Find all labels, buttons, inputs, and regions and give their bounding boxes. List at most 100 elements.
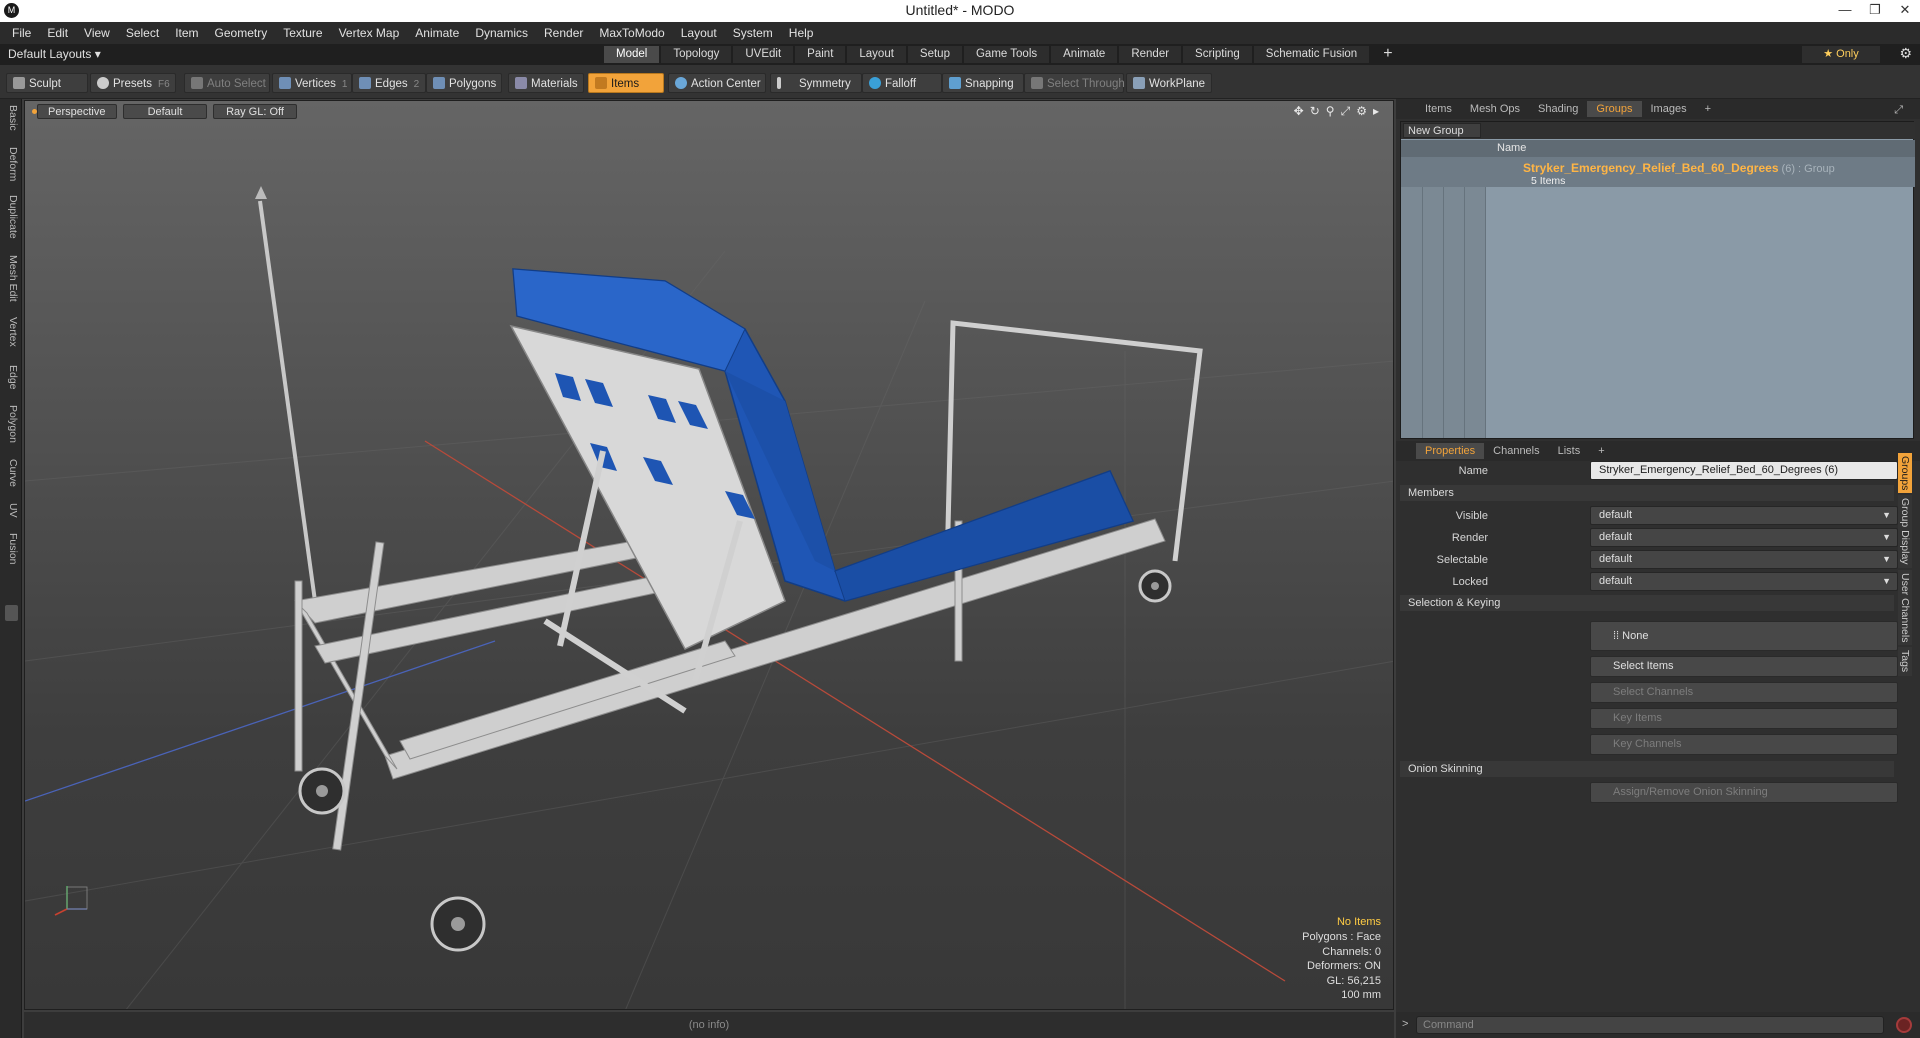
locked-dropdown[interactable]: default ▼ [1590, 572, 1898, 591]
snapping-button[interactable]: Snapping [942, 73, 1024, 93]
add-props-tab-button[interactable]: + [1589, 443, 1613, 459]
record-macro-icon[interactable] [1896, 1017, 1912, 1033]
tab-render[interactable]: Render [1119, 46, 1182, 63]
side-tab-user-channels[interactable]: User Channels [1898, 569, 1912, 646]
add-panel-tab-button[interactable]: + [1696, 101, 1720, 117]
edges-button[interactable]: Edges 2 [352, 73, 426, 93]
menu-animate[interactable]: Animate [407, 26, 467, 40]
panel-options-icon[interactable]: ⤢ [1885, 102, 1912, 119]
tab-items[interactable]: Items [1416, 101, 1461, 117]
menu-file[interactable]: File [4, 26, 39, 40]
tab-lists[interactable]: Lists [1549, 443, 1590, 459]
select-items-button[interactable]: Select Items [1590, 656, 1898, 677]
left-panel-toggle[interactable] [5, 605, 18, 621]
name-label: Name [1458, 465, 1488, 477]
tab-schematic-fusion[interactable]: Schematic Fusion [1253, 46, 1370, 63]
select-channels-button[interactable]: Select Channels [1590, 682, 1898, 703]
assign-onion-button[interactable]: Assign/Remove Onion Skinning [1590, 782, 1898, 803]
menu-system[interactable]: System [725, 26, 781, 40]
name-field[interactable]: Stryker_Emergency_Relief_Bed_60_Degrees … [1590, 461, 1898, 480]
left-tab-vertex[interactable]: Vertex [3, 317, 19, 347]
tab-game-tools[interactable]: Game Tools [963, 46, 1050, 63]
menu-geometry[interactable]: Geometry [207, 26, 276, 40]
vertices-button[interactable]: Vertices 1 [272, 73, 352, 93]
symmetry-button[interactable]: Symmetry [770, 73, 862, 93]
members-section[interactable]: Members [1400, 485, 1894, 501]
3d-viewport[interactable]: Perspective Default Ray GL: Off ✥ ↻ ⚲ ⤢ … [24, 100, 1394, 1010]
close-button[interactable]: ✕ [1890, 0, 1920, 22]
tab-layout[interactable]: Layout [847, 46, 906, 63]
edges-icon [359, 77, 371, 89]
minimize-button[interactable]: — [1830, 0, 1860, 22]
left-tab-basic[interactable]: Basic [3, 105, 19, 131]
tab-mesh-ops[interactable]: Mesh Ops [1461, 101, 1529, 117]
side-tab-group-display[interactable]: Group Display [1898, 495, 1912, 568]
onion-skinning-section[interactable]: Onion Skinning [1400, 761, 1894, 777]
menu-vertex-map[interactable]: Vertex Map [331, 26, 408, 40]
left-tab-fusion[interactable]: Fusion [3, 533, 19, 565]
restore-button[interactable]: ❐ [1860, 0, 1890, 22]
key-channels-button[interactable]: Key Channels [1590, 734, 1898, 755]
tab-model[interactable]: Model [604, 46, 660, 63]
groups-list[interactable]: New Group Name Stryker_Emergency_Relief_… [1400, 121, 1915, 439]
visibility-columns [1401, 157, 1486, 438]
selectable-dropdown[interactable]: default ▼ [1590, 550, 1898, 569]
left-tab-mesh-edit[interactable]: Mesh Edit [3, 255, 19, 302]
action-center-button[interactable]: Action Center [668, 73, 766, 93]
only-toggle[interactable]: ★ Only [1802, 46, 1880, 63]
menu-maxtomodo[interactable]: MaxToModo [591, 26, 672, 40]
select-through-button[interactable]: Select Through [1024, 73, 1125, 93]
left-tab-uv[interactable]: UV [3, 503, 19, 518]
select-through-label: Select Through [1047, 78, 1125, 90]
tab-scripting[interactable]: Scripting [1183, 46, 1252, 63]
tab-uvedit[interactable]: UVEdit [733, 46, 794, 63]
menu-item[interactable]: Item [167, 26, 206, 40]
none-button[interactable]: ⁞⁞ None [1590, 621, 1898, 651]
name-column-header[interactable]: Name [1497, 142, 1526, 154]
menu-select[interactable]: Select [118, 26, 167, 40]
workplane-button[interactable]: WorkPlane [1126, 73, 1212, 93]
gear-icon[interactable]: ⚙ [1899, 45, 1912, 62]
tab-channels[interactable]: Channels [1484, 443, 1548, 459]
menu-render[interactable]: Render [536, 26, 591, 40]
polygons-button[interactable]: Polygons [426, 73, 502, 93]
presets-button[interactable]: Presets F6 [90, 73, 176, 93]
items-button[interactable]: Items [588, 73, 664, 93]
left-tab-deform[interactable]: Deform [3, 147, 19, 181]
menu-help[interactable]: Help [781, 26, 822, 40]
command-input[interactable]: Command [1416, 1016, 1884, 1034]
tab-animate[interactable]: Animate [1051, 46, 1118, 63]
materials-button[interactable]: Materials [508, 73, 584, 93]
group-row[interactable]: Stryker_Emergency_Relief_Bed_60_Degrees … [1401, 157, 1915, 187]
tab-properties[interactable]: Properties [1416, 443, 1485, 459]
side-tab-tags[interactable]: Tags [1898, 647, 1912, 676]
info-polygons: Polygons : Face [1302, 931, 1381, 944]
visible-dropdown[interactable]: default ▼ [1590, 506, 1898, 525]
tab-groups[interactable]: Groups [1587, 101, 1642, 117]
tab-shading[interactable]: Shading [1529, 101, 1587, 117]
sculpt-button[interactable]: Sculpt [6, 73, 88, 93]
new-group-button[interactable]: New Group [1403, 123, 1481, 138]
tab-setup[interactable]: Setup [907, 46, 962, 63]
menu-edit[interactable]: Edit [39, 26, 76, 40]
menu-layout[interactable]: Layout [673, 26, 725, 40]
render-dropdown[interactable]: default ▼ [1590, 528, 1898, 547]
key-items-button[interactable]: Key Items [1590, 708, 1898, 729]
default-layouts-dropdown[interactable]: Default Layouts ▾ [8, 47, 101, 61]
left-tab-curve[interactable]: Curve [3, 459, 19, 487]
menu-view[interactable]: View [76, 26, 118, 40]
side-tab-groups[interactable]: Groups [1898, 453, 1912, 494]
falloff-button[interactable]: Falloff [862, 73, 942, 93]
tab-paint[interactable]: Paint [795, 46, 846, 63]
auto-select-button[interactable]: Auto Select [184, 73, 270, 93]
selection-keying-section[interactable]: Selection & Keying [1400, 595, 1894, 611]
menu-texture[interactable]: Texture [275, 26, 330, 40]
left-tab-duplicate[interactable]: Duplicate [3, 195, 19, 239]
tab-topology[interactable]: Topology [661, 46, 732, 63]
add-tab-button[interactable]: + [1371, 46, 1404, 63]
left-tab-polygon[interactable]: Polygon [3, 405, 19, 443]
menu-dynamics[interactable]: Dynamics [467, 26, 536, 40]
window-title: Untitled* - MODO [905, 2, 1015, 18]
left-tab-edge[interactable]: Edge [3, 365, 19, 390]
tab-images[interactable]: Images [1642, 101, 1696, 117]
